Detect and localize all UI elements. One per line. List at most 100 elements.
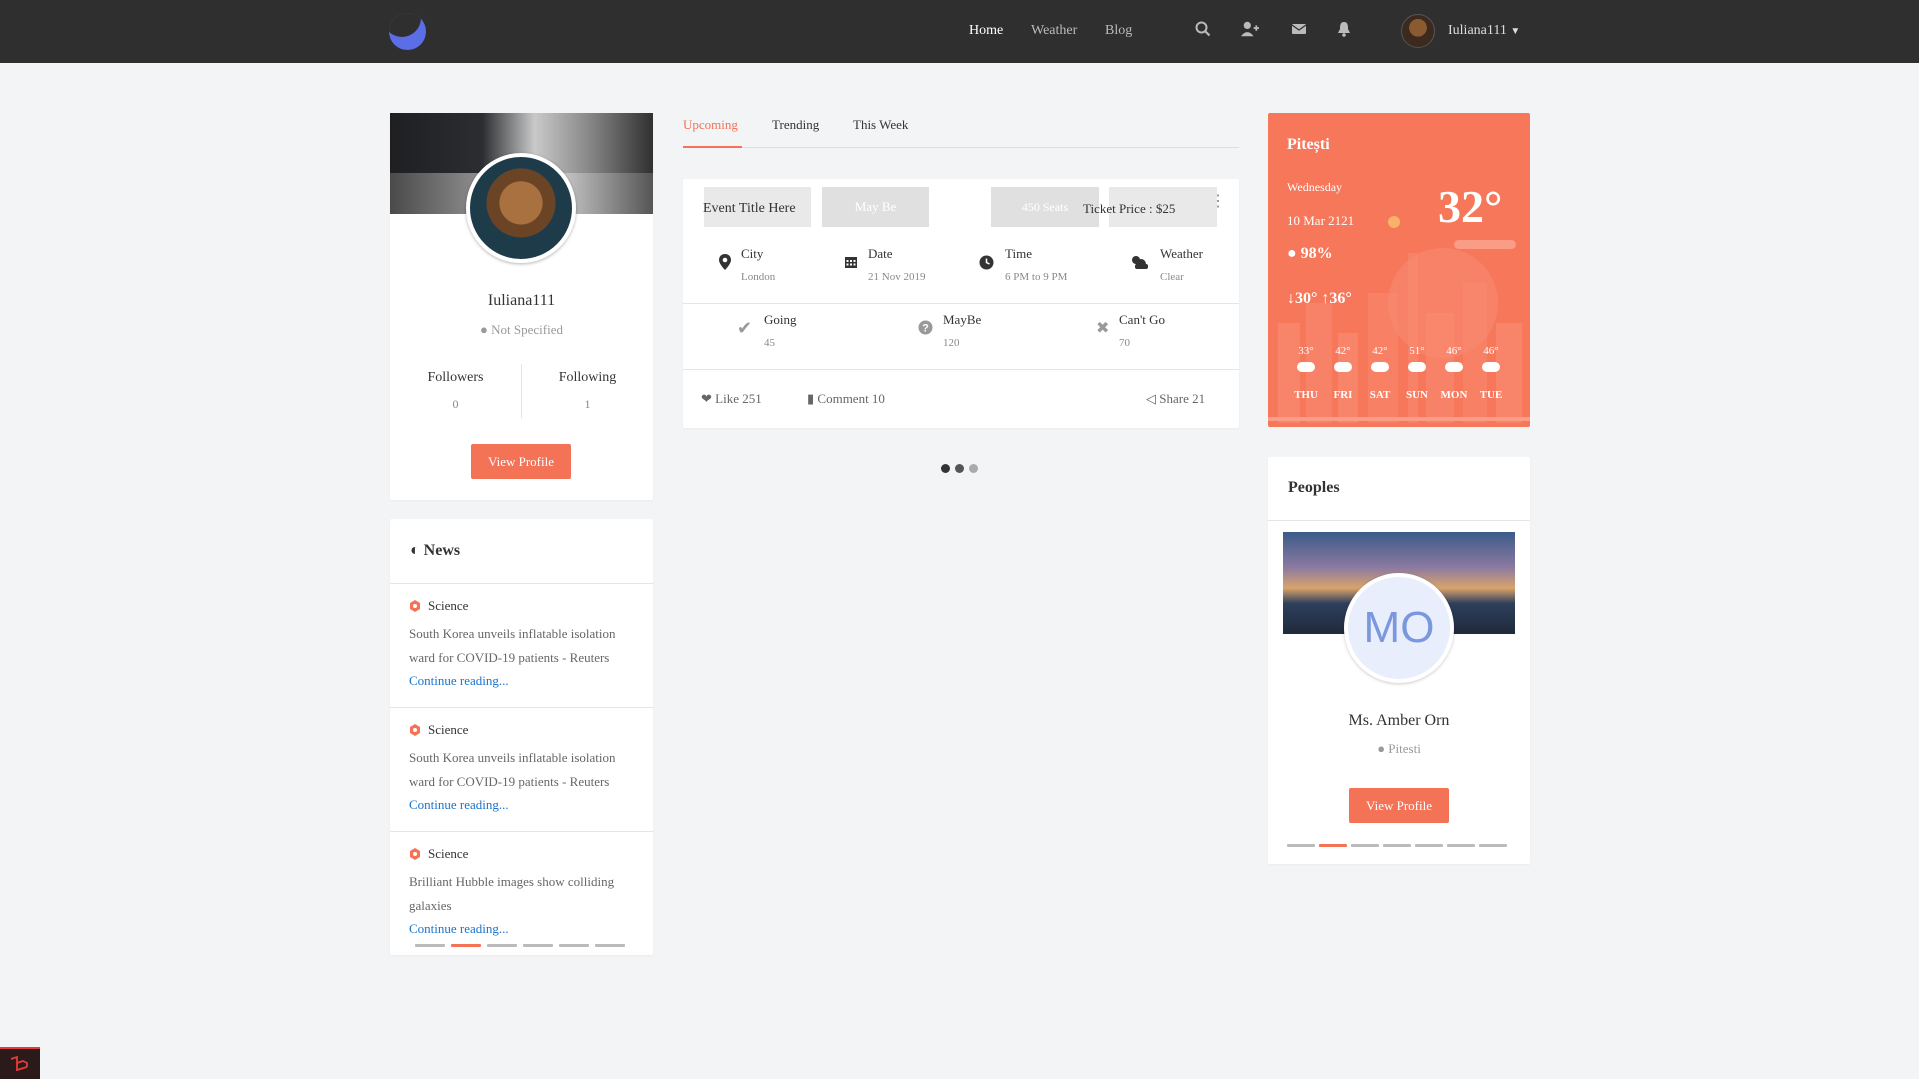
heart-icon: ❤ bbox=[701, 391, 712, 406]
close-icon[interactable]: ✖ bbox=[1096, 318, 1109, 338]
top-navbar: Home Weather Blog Iuliana111 ▼ bbox=[0, 0, 1919, 63]
forecast-day: SUN bbox=[1405, 389, 1428, 401]
continue-reading-link[interactable]: Continue reading... bbox=[409, 921, 509, 937]
bell-icon[interactable] bbox=[1335, 20, 1353, 38]
chevron-down-icon: ▼ bbox=[1510, 26, 1521, 37]
forecast-day: TUE bbox=[1479, 389, 1503, 401]
following-count: 1 bbox=[584, 397, 591, 411]
cloud-icon bbox=[1334, 362, 1352, 372]
people-view-profile-button[interactable]: View Profile bbox=[1349, 788, 1449, 823]
divider bbox=[390, 707, 653, 708]
weather-cloud-icon bbox=[1132, 256, 1148, 269]
humidity: ● 98% bbox=[1287, 245, 1333, 263]
tab-upcoming[interactable]: Upcoming bbox=[683, 117, 738, 133]
nav-blog[interactable]: Blog bbox=[1105, 23, 1132, 39]
carousel-dot[interactable] bbox=[1319, 844, 1347, 847]
map-pin-icon: ● bbox=[1377, 741, 1386, 756]
continue-reading-link[interactable]: Continue reading... bbox=[409, 797, 509, 813]
forecast-temp: 46° bbox=[1483, 345, 1499, 357]
cloud-icon bbox=[1408, 362, 1426, 372]
carousel-dot[interactable] bbox=[1479, 844, 1507, 847]
humidity-value: 98% bbox=[1300, 245, 1333, 262]
profile-avatar bbox=[466, 153, 576, 263]
news-category: Science bbox=[428, 598, 469, 613]
share-button[interactable]: ◁ Share 21 bbox=[1146, 391, 1205, 407]
weather-value: Clear bbox=[1160, 271, 1184, 283]
view-profile-button[interactable]: View Profile bbox=[471, 444, 571, 479]
science-icon bbox=[410, 848, 420, 860]
profile-name: Iuliana111 bbox=[487, 292, 556, 309]
forecast-day: MON bbox=[1440, 389, 1468, 401]
event-title: Event Title Here bbox=[703, 201, 796, 216]
framework-logo-icon bbox=[10, 1056, 28, 1072]
weather-date: 10 Mar 2121 bbox=[1287, 213, 1355, 228]
search-icon[interactable] bbox=[1194, 20, 1212, 38]
people-avatar: MO bbox=[1344, 573, 1454, 683]
question-icon[interactable]: ? bbox=[918, 320, 933, 335]
weather-card bbox=[1268, 113, 1530, 427]
divider bbox=[683, 369, 1239, 370]
temp-range-value: 30° ↑36° bbox=[1295, 290, 1352, 307]
carousel-dot[interactable] bbox=[1287, 844, 1315, 847]
comment-icon: ▮ bbox=[807, 391, 815, 406]
forecast-day: FRI bbox=[1333, 389, 1353, 401]
cloud-icon bbox=[1482, 362, 1500, 372]
tabs-underline bbox=[683, 147, 1239, 148]
carousel-dot[interactable] bbox=[1415, 844, 1443, 847]
like-count: Like 251 bbox=[715, 391, 762, 406]
divider bbox=[683, 303, 1239, 304]
app-logo[interactable] bbox=[389, 13, 426, 50]
continue-reading-link[interactable]: Continue reading... bbox=[409, 673, 509, 689]
user-avatar[interactable] bbox=[1401, 14, 1435, 48]
tab-this-week[interactable]: This Week bbox=[853, 117, 908, 133]
like-button[interactable]: ❤ Like 251 bbox=[701, 391, 762, 407]
following-label: Following bbox=[558, 370, 617, 385]
mail-icon[interactable] bbox=[1290, 20, 1308, 38]
followers-label: Followers bbox=[427, 370, 484, 385]
carousel-dot[interactable] bbox=[1447, 844, 1475, 847]
globe-icon: ◐ bbox=[410, 542, 420, 559]
time-label: Time bbox=[1005, 246, 1032, 261]
weather-day: Wednesday bbox=[1287, 180, 1343, 194]
carousel-dot[interactable] bbox=[415, 944, 445, 947]
nav-weather[interactable]: Weather bbox=[1031, 23, 1077, 39]
comment-button[interactable]: ▮ Comment 10 bbox=[807, 391, 885, 407]
share-count: Share 21 bbox=[1159, 391, 1206, 406]
news-text: Brilliant Hubble images show colliding g… bbox=[409, 874, 615, 913]
forecast-temp: 51° bbox=[1409, 345, 1425, 357]
forecast-temp: 46° bbox=[1446, 345, 1462, 357]
share-icon: ◁ bbox=[1146, 391, 1156, 406]
going-count: 45 bbox=[764, 337, 775, 349]
forecast-temp: 42° bbox=[1372, 345, 1388, 357]
check-icon[interactable]: ✔ bbox=[737, 318, 752, 339]
svg-text:?: ? bbox=[922, 323, 929, 335]
carousel-dot[interactable] bbox=[595, 944, 625, 947]
carousel-dot[interactable] bbox=[1351, 844, 1379, 847]
forecast-day: THU bbox=[1294, 389, 1318, 401]
science-icon bbox=[410, 724, 420, 736]
divider bbox=[1268, 520, 1530, 521]
cant-go-count: 70 bbox=[1119, 337, 1130, 349]
carousel-dot[interactable] bbox=[487, 944, 517, 947]
map-pin-icon bbox=[719, 254, 731, 270]
divider bbox=[390, 583, 653, 584]
date-label: Date bbox=[868, 246, 893, 261]
maybe-badge: May Be bbox=[822, 187, 929, 227]
carousel-dot[interactable] bbox=[1383, 844, 1411, 847]
droplet-icon: ● bbox=[1287, 245, 1297, 262]
framework-debug-badge[interactable] bbox=[0, 1047, 40, 1079]
user-menu[interactable]: Iuliana111 ▼ bbox=[1448, 23, 1520, 39]
city-label: City bbox=[741, 246, 764, 261]
carousel-dot[interactable] bbox=[523, 944, 553, 947]
add-user-icon[interactable] bbox=[1241, 20, 1259, 38]
cloud-icon bbox=[1297, 362, 1315, 372]
clock-icon bbox=[979, 255, 994, 270]
tab-trending[interactable]: Trending bbox=[772, 117, 819, 133]
weather-footer-bar bbox=[1268, 417, 1530, 421]
nav-home[interactable]: Home bbox=[969, 23, 1003, 39]
more-options-icon[interactable]: ⋮ bbox=[1210, 194, 1226, 210]
followers-count: 0 bbox=[452, 397, 459, 411]
carousel-dot[interactable] bbox=[451, 944, 481, 947]
people-location-text: Pitesti bbox=[1388, 741, 1421, 756]
carousel-dot[interactable] bbox=[559, 944, 589, 947]
